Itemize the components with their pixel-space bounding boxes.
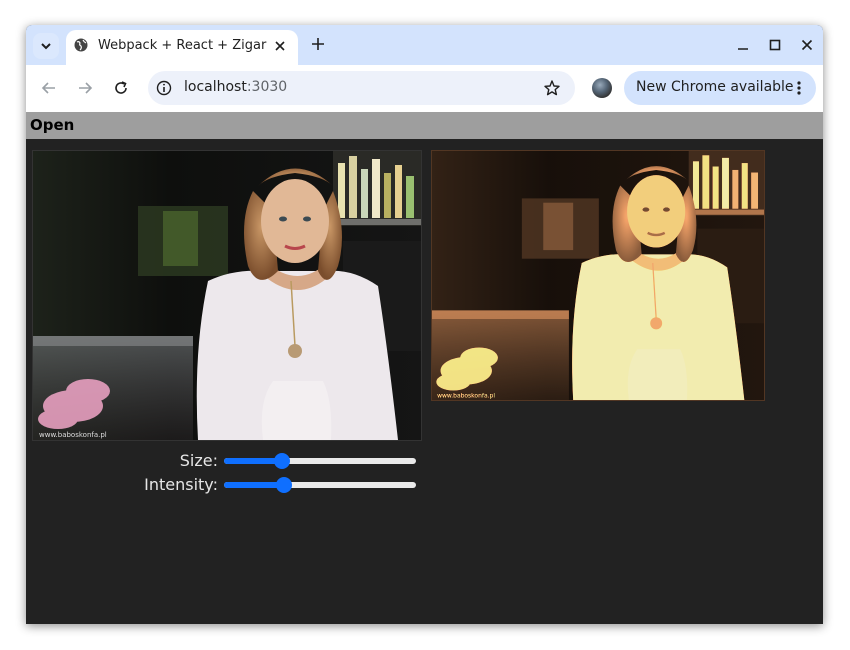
app-menu-bar: Open bbox=[26, 112, 823, 139]
tab-title: Webpack + React + Zigar bbox=[98, 38, 267, 53]
url-port: :3030 bbox=[246, 79, 288, 95]
photo-illustration-filtered: www.baboskonfa.pl bbox=[432, 151, 764, 400]
tab-active[interactable]: Webpack + React + Zigar bbox=[66, 30, 298, 65]
tab-search-button[interactable] bbox=[33, 33, 59, 59]
more-vert-icon[interactable] bbox=[796, 80, 802, 96]
intensity-slider[interactable] bbox=[224, 477, 416, 493]
app-content: www.baboskonfa.pl www.baboskonfa.pl Size… bbox=[26, 139, 823, 624]
chevron-down-icon bbox=[41, 43, 51, 50]
size-label: Size: bbox=[179, 451, 218, 470]
browser-toolbar: localhost:3030 New Chrome available bbox=[26, 65, 823, 112]
photo-illustration: www.baboskonfa.pl bbox=[33, 151, 421, 440]
size-slider[interactable] bbox=[224, 453, 416, 469]
size-slider-thumb[interactable] bbox=[274, 453, 290, 469]
output-watermark: www.baboskonfa.pl bbox=[437, 392, 495, 399]
output-image: www.baboskonfa.pl bbox=[431, 150, 765, 401]
intensity-slider-thumb[interactable] bbox=[276, 477, 292, 493]
reload-icon[interactable] bbox=[112, 79, 130, 97]
maximize-icon[interactable] bbox=[768, 38, 782, 52]
close-icon[interactable] bbox=[273, 39, 287, 53]
new-chrome-available-button[interactable]: New Chrome available bbox=[624, 71, 816, 105]
intensity-slider-fill bbox=[224, 482, 284, 488]
url-host: localhost bbox=[184, 79, 247, 95]
source-image: www.baboskonfa.pl bbox=[32, 150, 422, 441]
source-watermark: www.baboskonfa.pl bbox=[39, 431, 107, 439]
new-tab-icon[interactable] bbox=[310, 36, 326, 52]
address-bar[interactable]: localhost:3030 bbox=[148, 71, 575, 105]
back-arrow-icon[interactable] bbox=[40, 79, 58, 97]
url-text[interactable]: localhost:3030 bbox=[184, 79, 287, 95]
minimize-icon[interactable] bbox=[736, 38, 750, 52]
update-label: New Chrome available bbox=[636, 79, 794, 95]
forward-arrow-icon[interactable] bbox=[76, 79, 94, 97]
globe-icon bbox=[74, 38, 88, 52]
browser-window: Webpack + React + Zigar localhost:3030 N… bbox=[26, 25, 823, 624]
open-menu-item[interactable]: Open bbox=[30, 116, 74, 134]
profile-avatar[interactable] bbox=[592, 78, 612, 98]
window-close-icon[interactable] bbox=[800, 38, 814, 52]
bookmark-star-icon[interactable] bbox=[543, 79, 561, 97]
intensity-label: Intensity: bbox=[144, 475, 218, 494]
tab-strip: Webpack + React + Zigar bbox=[26, 25, 823, 65]
site-info-icon[interactable] bbox=[156, 80, 172, 96]
